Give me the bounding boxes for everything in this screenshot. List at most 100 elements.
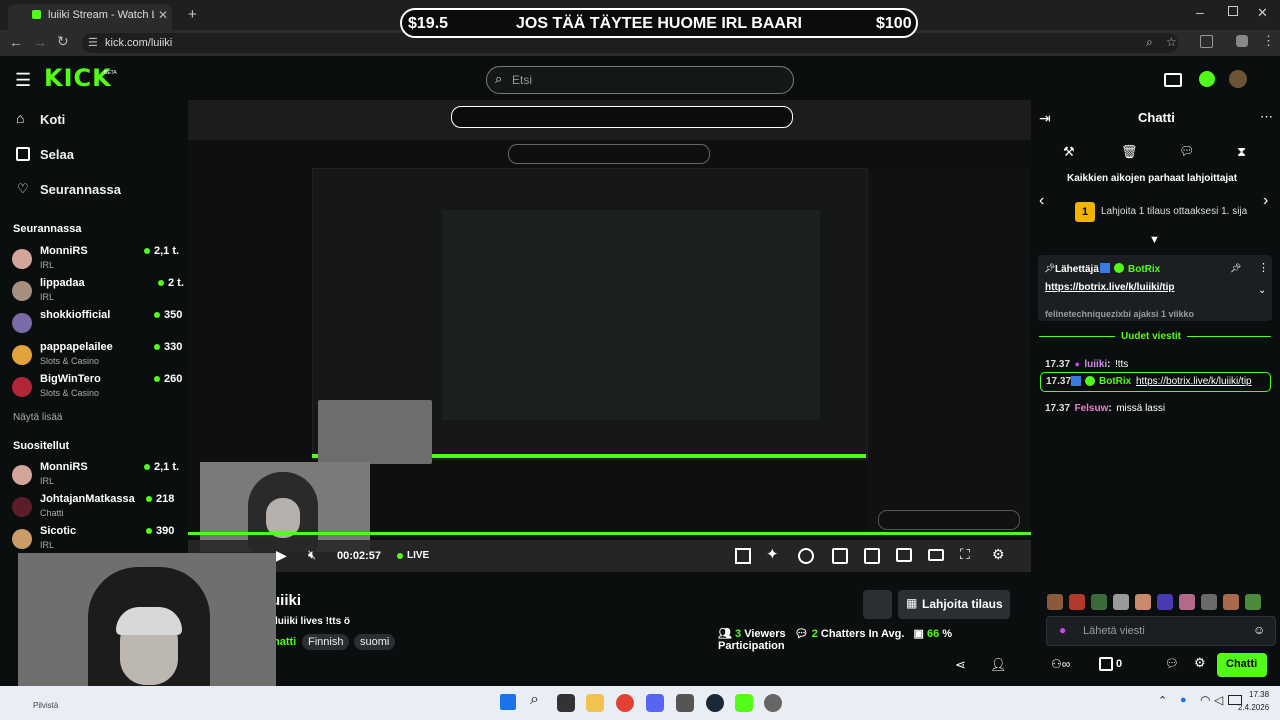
emote[interactable] — [1091, 594, 1107, 610]
volume-icon[interactable]: ◁ — [1214, 693, 1223, 707]
kick-logo[interactable]: KICK — [44, 64, 112, 92]
settings-dial-icon[interactable] — [798, 548, 814, 564]
user-avatar[interactable] — [1229, 70, 1247, 88]
profile-icon[interactable] — [1236, 35, 1248, 47]
show-more-link[interactable]: Näytä lisää — [13, 412, 62, 423]
emote[interactable] — [1069, 594, 1085, 610]
extensions-icon[interactable] — [1200, 35, 1213, 48]
back-icon[interactable]: ← — [9, 34, 23, 50]
gear-icon[interactable]: ⚙ — [1194, 655, 1206, 671]
site-info-icon[interactable]: ☰ — [88, 36, 98, 49]
share-icon[interactable]: ⋖ — [955, 657, 966, 673]
message-user[interactable]: luiiki — [1084, 359, 1107, 370]
chevron-left-icon[interactable]: ‹ — [1039, 192, 1044, 210]
tray-chevron-icon[interactable]: ⌃ — [1158, 694, 1167, 707]
expand-leaderboard-icon[interactable]: ▼ — [1149, 234, 1160, 246]
minimize-icon[interactable]: – — [1196, 4, 1204, 20]
seek-bar[interactable] — [188, 532, 1031, 535]
sidebar-item-following[interactable]: Seurannassa — [40, 182, 121, 197]
forward-icon[interactable]: → — [33, 34, 47, 50]
wifi-icon[interactable]: ◠ — [1200, 693, 1210, 707]
new-tab-icon[interactable]: + — [188, 6, 197, 23]
following-channel[interactable]: MonniRS IRL 2,1 t. — [12, 245, 184, 273]
stats-icon[interactable] — [832, 548, 848, 564]
trash-icon[interactable]: 🗑︎ — [1121, 144, 1138, 160]
pin-icon[interactable]: ⚒ — [1063, 144, 1075, 160]
cinema-icon[interactable] — [928, 549, 944, 561]
play-icon[interactable]: ▶ — [276, 547, 287, 564]
reload-icon[interactable]: ↻ — [57, 33, 69, 50]
emote[interactable] — [1135, 594, 1151, 610]
unpin-icon[interactable]: 📌︎ — [1230, 263, 1241, 274]
following-channel[interactable]: lippadaa IRL 2 t. — [12, 277, 184, 305]
pinned-user[interactable]: BotRix — [1128, 264, 1160, 275]
browser-tab[interactable]: luiiki Stream - Watch Live on Ki ✕ — [8, 4, 172, 30]
recommended-channel[interactable]: Sicotic IRL 390 — [12, 525, 184, 553]
sidebar-item-home[interactable]: Koti — [40, 112, 65, 127]
clock-time[interactable]: 17.38 — [1249, 690, 1269, 699]
tag-suomi[interactable]: suomi — [354, 634, 396, 650]
chat-icon[interactable]: 💬︎ — [1179, 144, 1194, 158]
tab-close-icon[interactable]: ✕ — [158, 8, 168, 22]
message-user[interactable]: Felsuw — [1074, 403, 1108, 414]
file-explorer-icon[interactable] — [586, 694, 604, 712]
hamburger-menu-icon[interactable]: ☰ — [15, 70, 31, 91]
following-channel[interactable]: BigWinTero Slots & Casino 260 — [12, 373, 184, 401]
emoji-icon[interactable]: ☺ — [1253, 623, 1265, 637]
discord-icon[interactable] — [646, 694, 664, 712]
calculator-icon[interactable] — [676, 694, 694, 712]
emote[interactable] — [1047, 594, 1063, 610]
chrome-icon[interactable] — [616, 694, 634, 712]
gift-small-button[interactable] — [863, 590, 892, 619]
mic-icon[interactable]: ● — [1059, 623, 1066, 637]
emote[interactable] — [1201, 594, 1217, 610]
sidebar-item-browse[interactable]: Selaa — [40, 147, 74, 162]
emote[interactable] — [1245, 594, 1261, 610]
hourglass-icon[interactable]: ⧗ — [1237, 144, 1246, 160]
following-channel[interactable]: shokkiofficial 350 — [12, 309, 184, 337]
mute-icon[interactable]: 🔇︎ — [308, 547, 316, 563]
pinned-link[interactable]: https://botrix.live/k/luiiki/tip — [1045, 282, 1174, 293]
emote[interactable] — [1179, 594, 1195, 610]
kick-points-icon[interactable] — [1199, 71, 1215, 87]
gift-sub-button[interactable]: ▦ Lahjoita tilaus — [898, 590, 1010, 619]
maximize-icon[interactable] — [1228, 6, 1238, 16]
emote[interactable] — [1113, 594, 1129, 610]
close-window-icon[interactable]: ✕ — [1257, 5, 1268, 21]
message-user[interactable]: BotRix — [1099, 376, 1131, 387]
task-view-icon[interactable] — [557, 694, 575, 712]
tag-finnish[interactable]: Finnish — [302, 634, 350, 650]
clip-icon[interactable] — [735, 548, 751, 564]
video-player[interactable]: ▶ 🔇︎ 00:02:57 LIVE ✦ ⛶ ⚙ — [188, 100, 1031, 572]
search-icon[interactable]: ⌕ — [530, 691, 539, 709]
following-channel[interactable]: pappapelailee Slots & Casino 330 — [12, 341, 184, 369]
bookmark-star-icon[interactable]: ☆ — [1166, 35, 1177, 49]
recommended-channel[interactable]: MonniRS IRL 2,1 t. — [12, 461, 184, 489]
pinned-expand-icon[interactable]: ⌄ — [1258, 285, 1266, 296]
pinned-options-icon[interactable]: ⋮ — [1258, 261, 1269, 274]
browser-menu-icon[interactable]: ⋮ — [1262, 33, 1275, 49]
zoom-icon[interactable]: ⌕ — [1146, 35, 1153, 50]
message-link[interactable]: https://botrix.live/k/luiiki/tip — [1136, 376, 1252, 387]
sparkle-icon[interactable]: ✦ — [766, 545, 779, 563]
pip-icon[interactable] — [864, 548, 880, 564]
recommended-channel[interactable]: JohtajanMatkassa Chatti 218 — [12, 493, 184, 521]
emote[interactable] — [1157, 594, 1173, 610]
theater-icon[interactable] — [896, 548, 912, 562]
tv-icon[interactable] — [1164, 73, 1182, 87]
steam-icon[interactable] — [706, 694, 724, 712]
emote[interactable] — [1223, 594, 1239, 610]
chevron-right-icon[interactable]: › — [1263, 192, 1268, 210]
chat-options-icon[interactable]: ⋯ — [1260, 109, 1273, 125]
gear-icon[interactable]: ⚙ — [992, 546, 1005, 563]
rewards-icon[interactable]: ⚇∞ — [1051, 657, 1070, 671]
windows-start-icon[interactable] — [500, 694, 516, 710]
settings-app-icon[interactable] — [764, 694, 782, 712]
clock-date[interactable]: 2.4.2026 — [1238, 703, 1269, 712]
chat-bubble-settings-icon[interactable]: 💬︎ — [1165, 657, 1179, 670]
send-chat-button[interactable]: Chatti — [1217, 653, 1267, 677]
collapse-chat-icon[interactable]: ⇥ — [1039, 110, 1051, 127]
microphone-tray-icon[interactable]: ● — [1180, 694, 1187, 706]
stream-category[interactable]: hatti — [273, 636, 296, 648]
search-input[interactable]: ⌕ Etsi — [486, 66, 794, 94]
